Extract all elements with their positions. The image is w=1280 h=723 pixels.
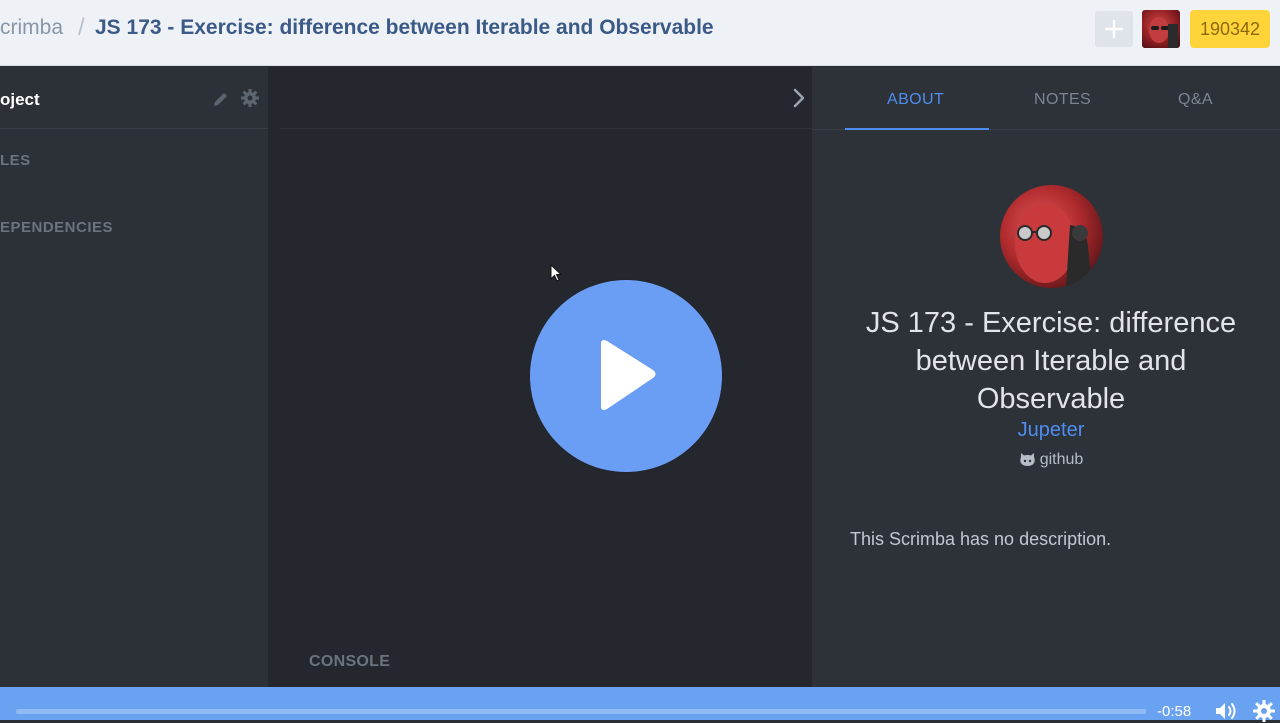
info-panel: ABOUT NOTES Q&A JS 173 - Exercise: diffe…: [812, 67, 1280, 687]
github-icon: [1020, 453, 1035, 466]
tab-notes[interactable]: NOTES: [1034, 91, 1091, 109]
volume-icon[interactable]: [1214, 701, 1240, 721]
play-button[interactable]: [530, 280, 722, 472]
info-tabs: ABOUT NOTES Q&A: [812, 67, 1280, 130]
scrim-title: JS 173 - Exercise: difference between It…: [865, 307, 1237, 415]
tab-qa[interactable]: Q&A: [1178, 91, 1213, 109]
console-tab[interactable]: CONSOLE: [309, 653, 390, 671]
project-sidebar: oject LES EPENDENCIES: [0, 67, 268, 687]
tab-about[interactable]: ABOUT: [887, 91, 944, 109]
project-label: oject: [0, 90, 40, 109]
player-controls: -0:58: [0, 687, 1280, 723]
time-remaining: -0:58: [1157, 703, 1192, 720]
editor-area: CONSOLE: [268, 67, 812, 687]
add-button[interactable]: [1095, 11, 1133, 47]
gear-icon[interactable]: [240, 88, 260, 108]
plus-icon: [1104, 19, 1124, 39]
user-avatar[interactable]: [1142, 10, 1180, 48]
brand-link[interactable]: crimba: [0, 16, 63, 40]
dependencies-section-label[interactable]: EPENDENCIES: [0, 219, 113, 236]
settings-icon[interactable]: [1252, 699, 1276, 723]
scrim-description: This Scrimba has no description.: [850, 529, 1112, 549]
top-bar: crimba / JS 173 - Exercise: difference b…: [0, 0, 1280, 66]
files-section-label[interactable]: LES: [0, 152, 31, 169]
author-link[interactable]: Jupeter: [842, 419, 1260, 442]
github-link[interactable]: github: [842, 451, 1260, 469]
sidebar-header: oject: [0, 67, 268, 129]
progress-bar[interactable]: [16, 709, 1146, 714]
page-title: JS 173 - Exercise: difference between It…: [95, 16, 714, 39]
breadcrumb-separator: /: [78, 14, 85, 41]
active-tab-indicator: [845, 128, 989, 130]
author-avatar[interactable]: [1000, 185, 1103, 288]
points-badge[interactable]: 190342: [1190, 10, 1270, 48]
play-icon: [601, 340, 656, 410]
github-label: github: [1039, 451, 1084, 468]
mouse-cursor-icon: [550, 264, 563, 282]
pencil-icon[interactable]: [211, 89, 231, 109]
editor-header: [280, 67, 812, 129]
chevron-right-icon[interactable]: [788, 87, 810, 109]
